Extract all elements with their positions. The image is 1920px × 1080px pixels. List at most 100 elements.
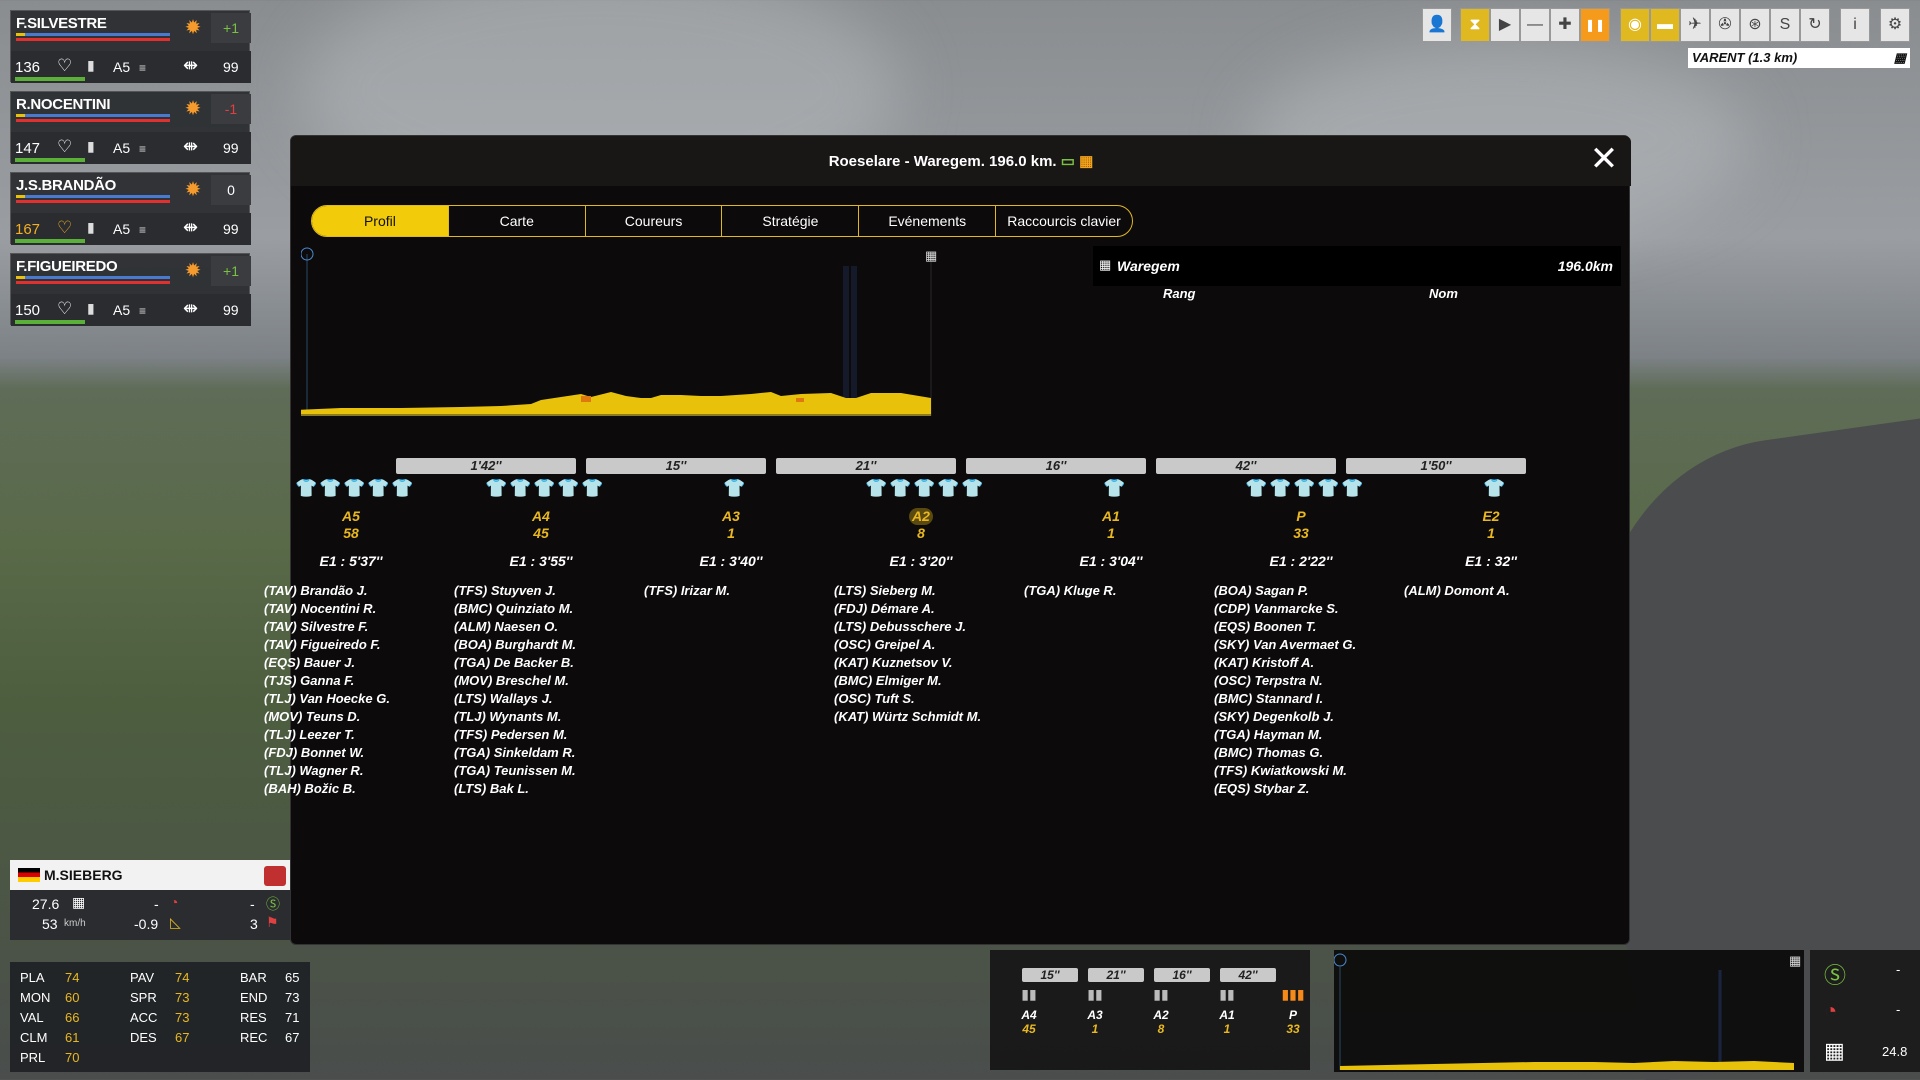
rider-entry[interactable]: (TFS) Kwiatkowski M.: [1214, 762, 1356, 780]
stat-value: 67: [285, 1030, 300, 1045]
rider-entry[interactable]: (TGA) Hayman M.: [1214, 726, 1356, 744]
person-icon[interactable]: 👤: [1422, 8, 1452, 42]
grid-icon[interactable]: ▦: [1079, 153, 1093, 170]
rider-entry[interactable]: (TLJ) Wynants M.: [454, 708, 576, 726]
rider-entry[interactable]: (KAT) Würtz Schmidt M.: [834, 708, 981, 726]
rider-card[interactable]: F.SILVESTRE ✹ +1 136 ♡ ▮ A5 ≡ ⇼ 99: [10, 10, 251, 83]
tab-coureurs[interactable]: Coureurs: [586, 206, 723, 236]
tactic-icon[interactable]: ⇼: [183, 217, 198, 238]
rider-entry[interactable]: (TGA) Sinkeldam R.: [454, 744, 576, 762]
rider-entry[interactable]: (TLJ) Wagner R.: [264, 762, 390, 780]
location-pill[interactable]: VARENT (1.3 km) ▦: [1688, 48, 1910, 68]
rider-entry[interactable]: (KAT) Kristoff A.: [1214, 654, 1356, 672]
rider-entry[interactable]: (BMC) Elmiger M.: [834, 672, 981, 690]
rider-entry[interactable]: (TLJ) Leezer T.: [264, 726, 390, 744]
jersey-icon: 👕: [391, 478, 414, 498]
rider-entry[interactable]: (FDJ) Bonnet W.: [264, 744, 390, 762]
refresh-icon[interactable]: ↻: [1800, 8, 1830, 42]
rider-entry[interactable]: (TAV) Nocentini R.: [264, 600, 390, 618]
rider-entry[interactable]: (BMC) Thomas G.: [1214, 744, 1356, 762]
mini-group-count: 1: [1091, 1022, 1099, 1036]
bottle-icon[interactable]: ▮: [87, 300, 95, 317]
rider-entry[interactable]: (BOA) Sagan P.: [1214, 582, 1356, 600]
rider-card[interactable]: R.NOCENTINI ✹ -1 147 ♡ ▮ A5 ≡ ⇼ 99: [10, 91, 251, 164]
rider-entry[interactable]: (OSC) Terpstra N.: [1214, 672, 1356, 690]
rider-entry[interactable]: (SKY) Degenkolb J.: [1214, 708, 1356, 726]
screen-icon[interactable]: ▭: [1061, 153, 1075, 170]
rider-entry[interactable]: (EQS) Bauer J.: [264, 654, 390, 672]
bottle-icon[interactable]: ▮: [87, 57, 95, 74]
rider-card[interactable]: J.S.BRANDÃO ✹ 0 167 ♡ ▮ A5 ≡ ⇼ 99: [10, 172, 251, 245]
tactic-icon[interactable]: ⇼: [183, 55, 198, 76]
rider-entry[interactable]: (LTS) Debusschere J.: [834, 618, 981, 636]
plus-icon[interactable]: ✚: [1550, 8, 1580, 42]
rider-entry[interactable]: (CDP) Vanmarcke S.: [1214, 600, 1356, 618]
rider-entry[interactable]: (EQS) Stybar Z.: [1214, 780, 1356, 798]
finish-flag-icon[interactable]: ▦: [925, 248, 937, 263]
moto-icon[interactable]: ▬: [1650, 8, 1680, 42]
group-jerseys[interactable]: 👕: [1021, 479, 1201, 499]
rider-entry[interactable]: (BMC) Quinziato M.: [454, 600, 576, 618]
rider-entry[interactable]: (TJS) Ganna F.: [264, 672, 390, 690]
rider-entry[interactable]: (TGA) De Backer B.: [454, 654, 576, 672]
tab-carte[interactable]: Carte: [449, 206, 586, 236]
group-jerseys[interactable]: 👕👕👕👕👕: [261, 479, 441, 499]
rider-entry[interactable]: (OSC) Greipel A.: [834, 636, 981, 654]
play-icon[interactable]: ▶: [1490, 8, 1520, 42]
rider-card[interactable]: F.FIGUEIREDO ✹ +1 150 ♡ ▮ A5 ≡ ⇼ 99: [10, 253, 251, 326]
rider-entry[interactable]: (MOV) Teuns D.: [264, 708, 390, 726]
rider-entry[interactable]: (TAV) Brandão J.: [264, 582, 390, 600]
tactic-icon[interactable]: ⇼: [183, 298, 198, 319]
eye-icon[interactable]: ◉: [1620, 8, 1650, 42]
rider-entry[interactable]: (TGA) Teunissen M.: [454, 762, 576, 780]
mini-elevation-profile: [1340, 1061, 1794, 1070]
rider-entry[interactable]: (ALM) Naesen O.: [454, 618, 576, 636]
group-jerseys[interactable]: 👕👕👕👕👕: [1211, 479, 1391, 499]
rider-entry[interactable]: (LTS) Wallays J.: [454, 690, 576, 708]
rider-entry[interactable]: (KAT) Kuznetsov V.: [834, 654, 981, 672]
rider-entry[interactable]: (TGA) Kluge R.: [1024, 582, 1116, 600]
mini-profile-panel[interactable]: ▦: [1333, 950, 1804, 1072]
rider-entry[interactable]: (TAV) Figueiredo F.: [264, 636, 390, 654]
rider-entry[interactable]: (OSC) Tuft S.: [834, 690, 981, 708]
hourglass-icon[interactable]: ⧗: [1460, 8, 1490, 42]
minus-icon[interactable]: —: [1520, 8, 1550, 42]
wheel-icon[interactable]: ⊛: [1740, 8, 1770, 42]
group-label: A5: [113, 221, 131, 237]
pause-icon[interactable]: ❚❚: [1580, 8, 1610, 42]
gear-icon[interactable]: ⚙: [1880, 8, 1910, 42]
helicopter-icon[interactable]: ✇: [1710, 8, 1740, 42]
bottle-icon[interactable]: ▮: [87, 219, 95, 236]
rider-entry[interactable]: (MOV) Breschel M.: [454, 672, 576, 690]
rider-entry[interactable]: (BAH) Božic B.: [264, 780, 390, 798]
tab-raccourcis-clavier[interactable]: Raccourcis clavier: [996, 206, 1132, 236]
rider-entry[interactable]: (LTS) Sieberg M.: [834, 582, 981, 600]
rider-entry[interactable]: (ALM) Domont A.: [1404, 582, 1510, 600]
rider-entry[interactable]: (TFS) Stuyven J.: [454, 582, 576, 600]
rider-entry[interactable]: (TFS) Irizar M.: [644, 582, 730, 600]
rider-entry[interactable]: (BMC) Stannard I.: [1214, 690, 1356, 708]
close-button[interactable]: ✕: [1587, 142, 1621, 178]
info-icon[interactable]: i: [1840, 8, 1870, 42]
rider-entry[interactable]: (BOA) Burghardt M.: [454, 636, 576, 654]
rider-entry[interactable]: (EQS) Boonen T.: [1214, 618, 1356, 636]
rider-entry[interactable]: (SKY) Van Avermaet G.: [1214, 636, 1356, 654]
mini-groups-panel[interactable]: 15'' 21'' 16'' 42'' ▮▮ A4 45 ▮▮ A3 1 ▮▮ A2 8 ▮▮ A1 1 ▮▮▮…: [990, 950, 1310, 1070]
group-jerseys[interactable]: 👕👕👕👕👕: [451, 479, 631, 499]
s-icon[interactable]: S: [1770, 8, 1800, 42]
rider-entry[interactable]: (TLJ) Van Hoecke G.: [264, 690, 390, 708]
bottle-icon[interactable]: ▮: [87, 138, 95, 155]
tactic-icon[interactable]: ⇼: [183, 136, 198, 157]
tab-ev-nements[interactable]: Evénements: [859, 206, 997, 236]
group-jerseys[interactable]: 👕: [1401, 479, 1581, 499]
rider-entry[interactable]: (LTS) Bak L.: [454, 780, 576, 798]
group-jerseys[interactable]: 👕👕👕👕👕: [831, 479, 1011, 499]
tab-profil[interactable]: Profil: [312, 206, 449, 236]
selected-rider-bar[interactable]: M.SIEBERG: [10, 860, 290, 890]
bike-icon[interactable]: ✈: [1680, 8, 1710, 42]
tab-strat-gie[interactable]: Stratégie: [722, 206, 860, 236]
group-jerseys[interactable]: 👕: [641, 479, 821, 499]
rider-entry[interactable]: (FDJ) Démare A.: [834, 600, 981, 618]
rider-entry[interactable]: (TFS) Pedersen M.: [454, 726, 576, 744]
rider-entry[interactable]: (TAV) Silvestre F.: [264, 618, 390, 636]
